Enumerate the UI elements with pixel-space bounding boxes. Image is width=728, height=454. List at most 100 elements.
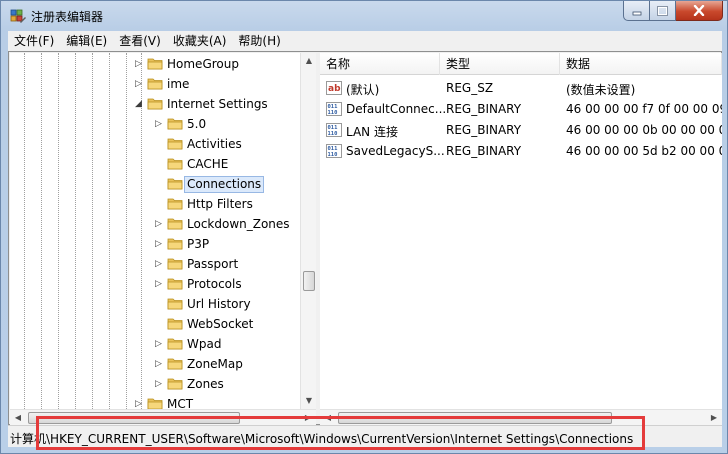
expand-arrow-icon[interactable]: ▷ xyxy=(154,279,163,289)
folder-icon xyxy=(167,258,183,270)
scroll-right-icon[interactable]: ▶ xyxy=(300,410,316,426)
expand-arrow-icon[interactable]: ▷ xyxy=(154,339,163,349)
folder-icon xyxy=(167,298,183,310)
minimize-button[interactable] xyxy=(623,1,650,21)
menu-help[interactable]: 帮助(H) xyxy=(232,31,286,51)
cell-type: REG_SZ xyxy=(446,81,494,95)
tree-item-label: P3P xyxy=(187,237,210,251)
expand-arrow-icon[interactable]: ▷ xyxy=(134,79,143,89)
cell-data: 46 00 00 00 f7 0f 00 00 09 xyxy=(566,102,722,116)
tree-item-label: Passport xyxy=(187,257,239,271)
tree-horizontal-scrollbar[interactable]: ◀ ▶ xyxy=(10,409,316,425)
tree-item[interactable]: CACHE xyxy=(10,154,300,174)
tree-vertical-scrollbar[interactable]: ▲ ▼ xyxy=(300,53,316,409)
folder-icon xyxy=(167,218,183,230)
svg-text:110: 110 xyxy=(328,152,338,158)
column-type[interactable]: 类型 xyxy=(440,53,560,75)
expand-arrow-icon[interactable]: ▷ xyxy=(154,259,163,269)
svg-text:110: 110 xyxy=(328,110,338,116)
folder-icon xyxy=(147,98,163,110)
main-content: ▷ HomeGroup ▷ ime ◢ Internet Settings ▷ 5.0 Acti… xyxy=(8,51,722,425)
expand-arrow-icon[interactable]: ▷ xyxy=(134,59,143,69)
tree-item-label: HomeGroup xyxy=(167,57,239,71)
scroll-right-icon[interactable]: ▶ xyxy=(706,410,722,426)
list-item[interactable]: ab (默认) REG_SZ (数值未设置) xyxy=(320,78,722,98)
title-bar[interactable]: 注册表编辑器 xyxy=(1,1,727,31)
tree-item[interactable]: ▷ Passport xyxy=(10,254,300,274)
tree-item[interactable]: ▷ Wpad xyxy=(10,334,300,354)
folder-icon xyxy=(167,338,183,350)
list-item[interactable]: 011 110 LAN 连接 REG_BINARY 46 00 00 00 0b 00 … xyxy=(320,120,722,140)
tree-item[interactable]: ▷ ime xyxy=(10,74,300,94)
tree-item[interactable]: ▷ Lockdown_Zones xyxy=(10,214,300,234)
scroll-thumb[interactable] xyxy=(338,412,612,424)
list-horizontal-scrollbar[interactable]: ◀ ▶ xyxy=(320,409,722,425)
scroll-thumb[interactable] xyxy=(303,271,315,291)
tree-item-label: MCT xyxy=(167,397,194,409)
registry-editor-icon xyxy=(10,9,26,23)
registry-editor-window: 注册表编辑器 文件(F) 编辑(E) 查看(V) 收藏夹(A) 帮助(H) ▷ … xyxy=(0,0,728,454)
close-button[interactable] xyxy=(676,1,723,21)
tree-item-label: WebSocket xyxy=(187,317,254,331)
expand-arrow-icon[interactable]: ▷ xyxy=(154,379,163,389)
menu-edit[interactable]: 编辑(E) xyxy=(60,31,113,51)
tree-item-label: Lockdown_Zones xyxy=(187,217,290,231)
menu-view[interactable]: 查看(V) xyxy=(113,31,167,51)
folder-icon xyxy=(167,178,183,190)
folder-icon xyxy=(167,118,183,130)
expand-arrow-icon[interactable]: ▷ xyxy=(154,219,163,229)
maximize-button[interactable] xyxy=(650,1,676,21)
tree-item-label: Url History xyxy=(187,297,251,311)
tree-item[interactable]: ▷ MCT xyxy=(10,394,300,409)
tree-item[interactable]: Http Filters xyxy=(10,194,300,214)
tree-item[interactable]: ▷ Protocols xyxy=(10,274,300,294)
tree-item-label: Wpad xyxy=(187,337,222,351)
folder-icon xyxy=(167,318,183,330)
expand-arrow-icon[interactable]: ▷ xyxy=(134,399,143,409)
tree-item[interactable]: ▷ ZoneMap xyxy=(10,354,300,374)
tree-item[interactable]: Connections xyxy=(10,174,300,194)
scroll-left-icon[interactable]: ◀ xyxy=(320,410,336,426)
cell-type: REG_BINARY xyxy=(446,102,522,116)
svg-text:ab: ab xyxy=(328,84,341,94)
value-list-pane[interactable]: 名称 类型 数据 ab (默认) REG_SZ (数值未设置) 011 110 Defaul… xyxy=(320,53,722,409)
key-tree-pane[interactable]: ▷ HomeGroup ▷ ime ◢ Internet Settings ▷ 5.0 Acti… xyxy=(10,53,316,409)
folder-icon xyxy=(147,398,163,409)
minimize-icon xyxy=(632,11,641,15)
tree-item-label: CACHE xyxy=(187,157,229,171)
scroll-up-icon[interactable]: ▲ xyxy=(301,53,316,69)
tree-item[interactable]: ▷ 5.0 xyxy=(10,114,300,134)
cell-name: (默认) xyxy=(346,83,380,97)
expand-arrow-icon[interactable]: ▷ xyxy=(154,239,163,249)
list-item[interactable]: 011 110 SavedLegacyS... REG_BINARY 46 00 00 … xyxy=(320,141,722,161)
scroll-left-icon[interactable]: ◀ xyxy=(10,410,26,426)
menu-bar: 文件(F) 编辑(E) 查看(V) 收藏夹(A) 帮助(H) xyxy=(8,31,722,51)
cell-type: REG_BINARY xyxy=(446,123,522,137)
scroll-down-icon[interactable]: ▼ xyxy=(301,393,316,409)
scroll-thumb[interactable] xyxy=(28,412,240,424)
tree-item[interactable]: ▷ P3P xyxy=(10,234,300,254)
tree-item[interactable]: Url History xyxy=(10,294,300,314)
expand-arrow-icon[interactable]: ▷ xyxy=(154,119,163,129)
tree-item[interactable]: Activities xyxy=(10,134,300,154)
menu-file[interactable]: 文件(F) xyxy=(8,31,60,51)
column-data[interactable]: 数据 xyxy=(560,53,722,75)
collapse-arrow-icon[interactable]: ◢ xyxy=(134,99,143,109)
menu-favorites[interactable]: 收藏夹(A) xyxy=(167,31,233,51)
status-bar: 计算机\HKEY_CURRENT_USER\Software\Microsoft… xyxy=(8,416,722,450)
tree-item[interactable]: ▷ HomeGroup xyxy=(10,54,300,74)
tree-item[interactable]: ▷ Zones xyxy=(10,374,300,394)
binary-value-icon: 011 110 xyxy=(326,123,342,137)
tree-item[interactable]: ◢ Internet Settings xyxy=(10,94,300,114)
expand-arrow-icon[interactable]: ▷ xyxy=(154,359,163,369)
column-name[interactable]: 名称 xyxy=(320,53,440,75)
cell-data: (数值未设置) xyxy=(566,83,636,97)
list-item[interactable]: 011 110 DefaultConnec... REG_BINARY 46 00 00… xyxy=(320,99,722,119)
tree-item[interactable]: WebSocket xyxy=(10,314,300,334)
binary-value-icon: 011 110 xyxy=(326,144,342,158)
cell-data: 46 00 00 00 5d b2 00 00 09 xyxy=(566,144,722,158)
folder-icon xyxy=(147,78,163,90)
